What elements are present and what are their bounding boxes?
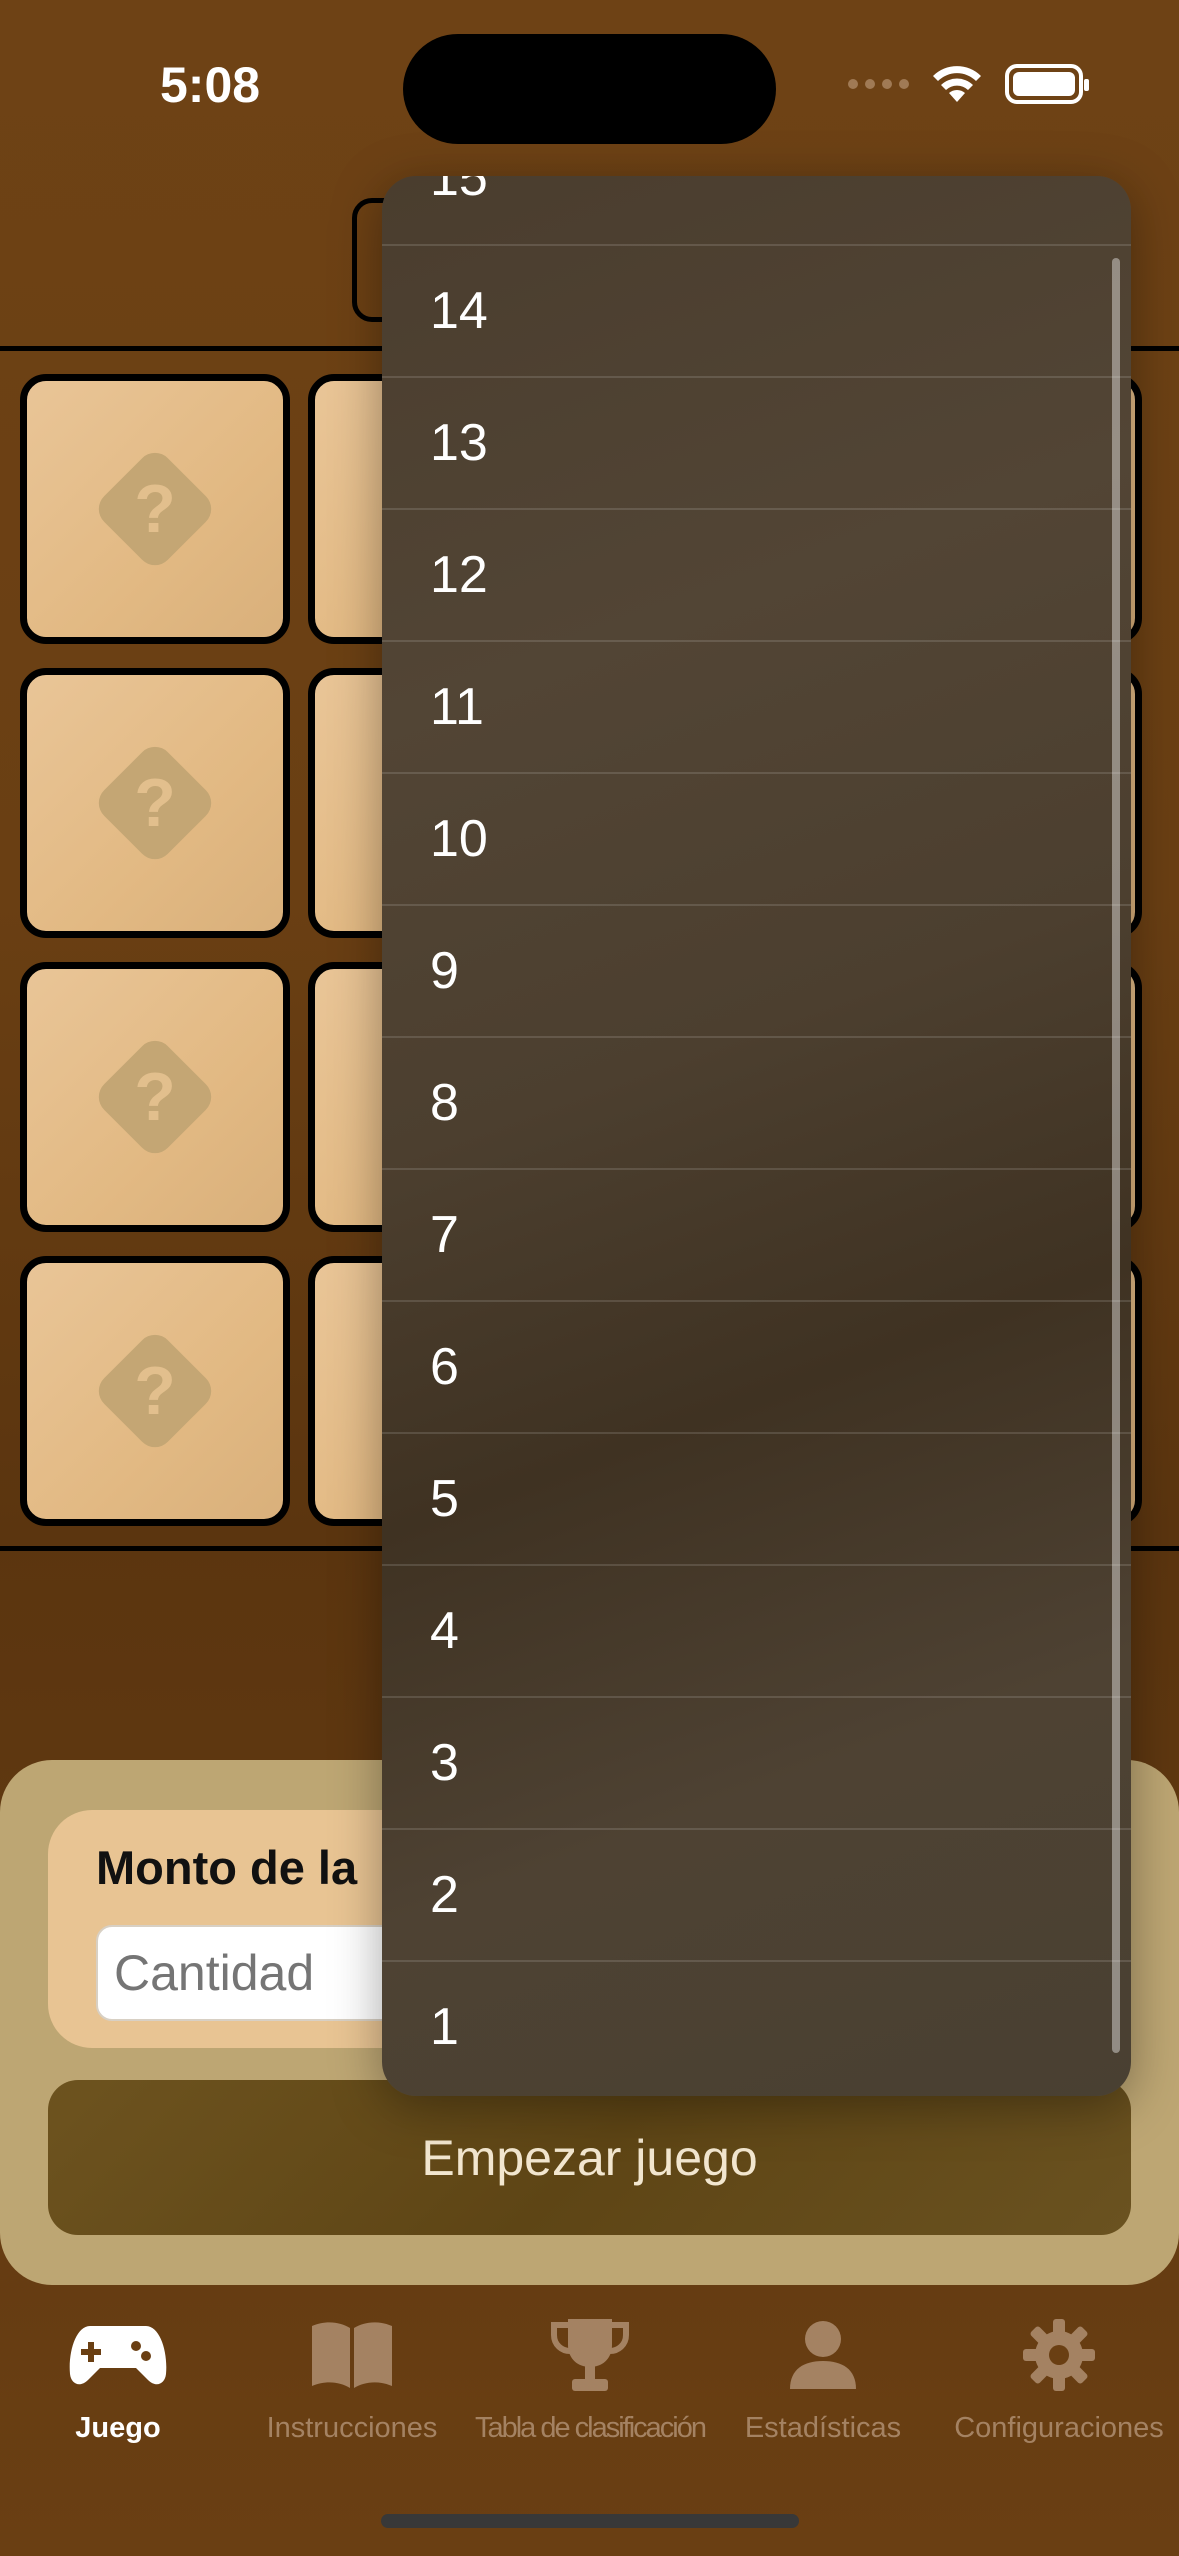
bet-amount-label: Monto de la — [96, 1841, 358, 1894]
dropdown-option-label: 4 — [430, 1602, 459, 1660]
dropdown-option-label: 10 — [430, 810, 488, 868]
tab-label: Juego — [75, 2412, 161, 2444]
question-diamond-icon: ? — [80, 728, 230, 878]
dropdown-option-label: 15 — [430, 176, 488, 207]
memory-card[interactable]: ? — [20, 1256, 290, 1526]
person-icon — [790, 2321, 856, 2389]
number-dropdown-menu[interactable]: 15 14 13 12 11 10 9 8 7 6 5 4 3 2 1 — [382, 176, 1131, 2096]
wifi-icon — [933, 66, 981, 102]
book-icon — [312, 2322, 392, 2388]
tab-configuraciones[interactable]: Configuraciones — [946, 2310, 1172, 2445]
dropdown-option-label: 12 — [430, 546, 488, 604]
question-diamond-icon: ? — [80, 1022, 230, 1172]
tab-tabla-de-clasificacion[interactable]: Tabla de clasificación — [470, 2310, 710, 2445]
tab-label: Estadísticas — [744, 2412, 902, 2444]
dropdown-option-label: 14 — [430, 282, 488, 340]
dropdown-option[interactable]: 13 — [382, 376, 1131, 508]
status-time: 5:08 — [160, 57, 261, 113]
dropdown-option[interactable]: 4 — [382, 1564, 1131, 1696]
dropdown-option[interactable]: 1 — [382, 1960, 1131, 2092]
tab-label: Tabla de clasificación — [474, 2412, 707, 2444]
dropdown-option[interactable]: 8 — [382, 1036, 1131, 1168]
dropdown-option-label: 11 — [430, 678, 484, 736]
svg-text:?: ? — [134, 471, 176, 547]
dropdown-option[interactable]: 6 — [382, 1300, 1131, 1432]
dropdown-option-label: 3 — [430, 1734, 459, 1792]
start-game-button[interactable]: Empezar juego — [48, 2080, 1131, 2235]
home-indicator — [381, 2514, 799, 2528]
dropdown-option[interactable]: 9 — [382, 904, 1131, 1036]
tab-label: Configuraciones — [954, 2412, 1164, 2444]
memory-card[interactable]: ? — [20, 962, 290, 1232]
dropdown-option[interactable]: 14 — [382, 244, 1131, 376]
dropdown-option[interactable]: 2 — [382, 1828, 1131, 1960]
battery-icon — [1005, 64, 1089, 104]
dropdown-option[interactable]: 12 — [382, 508, 1131, 640]
tab-juego[interactable]: Juego — [38, 2310, 198, 2445]
dropdown-option-label: 1 — [430, 1998, 459, 2056]
question-diamond-icon: ? — [80, 434, 230, 584]
tab-bar: Juego Instrucciones Tabla de clasificaci… — [0, 2310, 1179, 2490]
gear-icon — [1023, 2319, 1095, 2391]
tab-instrucciones[interactable]: Instrucciones — [252, 2310, 452, 2445]
dropdown-option-label: 8 — [430, 1074, 459, 1132]
dropdown-option[interactable]: 10 — [382, 772, 1131, 904]
dropdown-option[interactable]: 11 — [382, 640, 1131, 772]
cellular-signal-icon — [848, 79, 909, 89]
dropdown-option[interactable]: 3 — [382, 1696, 1131, 1828]
status-icons — [848, 64, 1089, 104]
question-diamond-icon: ? — [80, 1316, 230, 1466]
svg-text:?: ? — [134, 765, 176, 841]
svg-text:?: ? — [134, 1353, 176, 1429]
dropdown-option-label: 13 — [430, 414, 488, 472]
memory-card[interactable]: ? — [20, 668, 290, 938]
dropdown-option-label: 2 — [430, 1866, 459, 1924]
dropdown-option-label: 6 — [430, 1338, 459, 1396]
dropdown-option-label: 9 — [430, 942, 459, 1000]
dropdown-option-label: 7 — [430, 1206, 459, 1264]
tab-label: Instrucciones — [266, 2412, 438, 2444]
gamepad-icon — [69, 2326, 167, 2385]
trophy-icon — [551, 2319, 629, 2391]
dynamic-island — [403, 34, 776, 144]
svg-text:?: ? — [134, 1059, 176, 1135]
dropdown-option[interactable]: 7 — [382, 1168, 1131, 1300]
dropdown-option-label: 5 — [430, 1470, 459, 1528]
memory-card[interactable]: ? — [20, 374, 290, 644]
dropdown-option[interactable]: 15 — [382, 176, 1131, 244]
dropdown-scrollbar[interactable] — [1112, 258, 1120, 2053]
dropdown-option[interactable]: 5 — [382, 1432, 1131, 1564]
tab-estadisticas[interactable]: Estadísticas — [730, 2310, 916, 2445]
